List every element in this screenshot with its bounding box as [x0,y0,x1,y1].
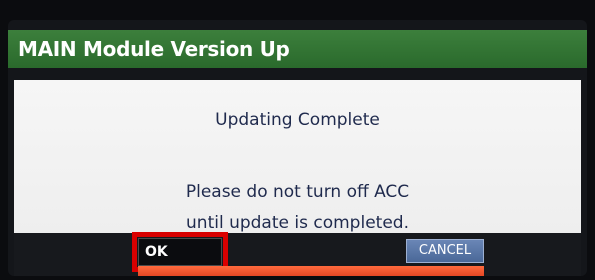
warning-message-line-1: Please do not turn off ACC [185,182,410,202]
display-screen: MAIN Module Version Up Updating Complete… [8,20,587,276]
progress-bar-fill [138,266,484,276]
warning-message-line-2: until update is completed. [186,213,409,233]
device-bezel: MAIN Module Version Up Updating Complete… [0,0,595,280]
update-dialog: Updating Complete Please do not turn off… [14,80,581,276]
window-title-bar: MAIN Module Version Up [8,30,587,68]
status-heading: Updating Complete [215,110,380,130]
progress-bar [138,266,484,276]
cancel-button[interactable]: CANCEL [406,239,484,263]
ok-button[interactable]: OK [138,238,222,266]
window-title: MAIN Module Version Up [18,37,290,61]
